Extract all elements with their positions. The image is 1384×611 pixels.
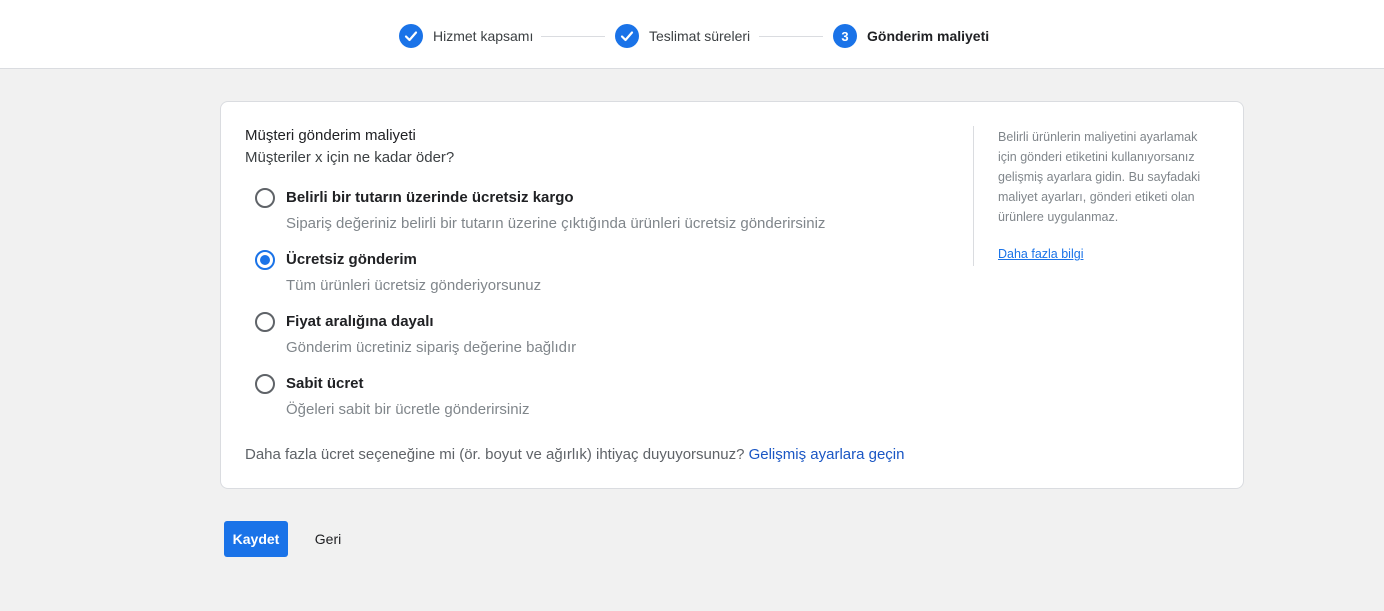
option-label: Ücretsiz gönderim (286, 251, 417, 268)
learn-more-link[interactable]: Daha fazla bilgi (998, 247, 1083, 261)
step-shipping-cost[interactable]: 3 Gönderim maliyeti (833, 24, 989, 48)
back-button[interactable]: Geri (304, 521, 352, 557)
option-description: Tüm ürünleri ücretsiz gönderiyorsunuz (286, 277, 542, 294)
save-button[interactable]: Kaydet (224, 521, 288, 557)
option-description: Gönderim ücretiniz sipariş değerine bağl… (286, 339, 577, 356)
card-title: Müşteri gönderim maliyeti (245, 127, 416, 144)
step-number: 3 (833, 24, 857, 48)
radio-button[interactable] (255, 312, 275, 332)
step-connector (541, 36, 605, 37)
advanced-settings-note: Daha fazla ücret seçeneğine mi (ör. boyu… (245, 446, 904, 463)
option-description: Öğeleri sabit bir ücretle gönderirsiniz (286, 401, 530, 418)
help-text: Belirli ürünlerin maliyetini ayarlamak i… (998, 130, 1201, 224)
option-free-shipping[interactable]: Ücretsiz gönderim Tüm ürünleri ücretsiz … (255, 250, 895, 302)
note-text: Daha fazla ücret seçeneğine mi (ör. boyu… (245, 446, 749, 463)
shipping-cost-card: Müşteri gönderim maliyeti Müşteriler x i… (220, 101, 1244, 489)
option-price-range[interactable]: Fiyat aralığına dayalı Gönderim ücretini… (255, 312, 895, 364)
step-label: Gönderim maliyeti (867, 28, 990, 44)
advanced-settings-link[interactable]: Gelişmiş ayarlara geçin (749, 446, 905, 463)
check-icon (615, 24, 639, 48)
check-icon (399, 24, 423, 48)
option-label: Belirli bir tutarın üzerinde ücretsiz ka… (286, 189, 574, 206)
radio-button[interactable] (255, 188, 275, 208)
card-subtitle: Müşteriler x için ne kadar öder? (245, 149, 455, 166)
step-service-coverage[interactable]: Hizmet kapsamı (399, 24, 533, 48)
option-label: Sabit ücret (286, 375, 364, 392)
progress-stepper: Hizmet kapsamı Teslimat süreleri 3 Gönde… (0, 0, 1384, 69)
side-divider (973, 126, 974, 266)
radio-button[interactable] (255, 374, 275, 394)
step-label: Hizmet kapsamı (433, 28, 534, 44)
step-label: Teslimat süreleri (649, 28, 751, 44)
option-description: Sipariş değeriniz belirli bir tutarın üz… (286, 215, 826, 232)
option-flat-rate[interactable]: Sabit ücret Öğeleri sabit bir ücretle gö… (255, 374, 895, 426)
radio-button-selected[interactable] (255, 250, 275, 270)
step-delivery-times[interactable]: Teslimat süreleri (615, 24, 750, 48)
option-label: Fiyat aralığına dayalı (286, 313, 434, 330)
option-free-over-amount[interactable]: Belirli bir tutarın üzerinde ücretsiz ka… (255, 188, 895, 240)
step-connector (759, 36, 823, 37)
